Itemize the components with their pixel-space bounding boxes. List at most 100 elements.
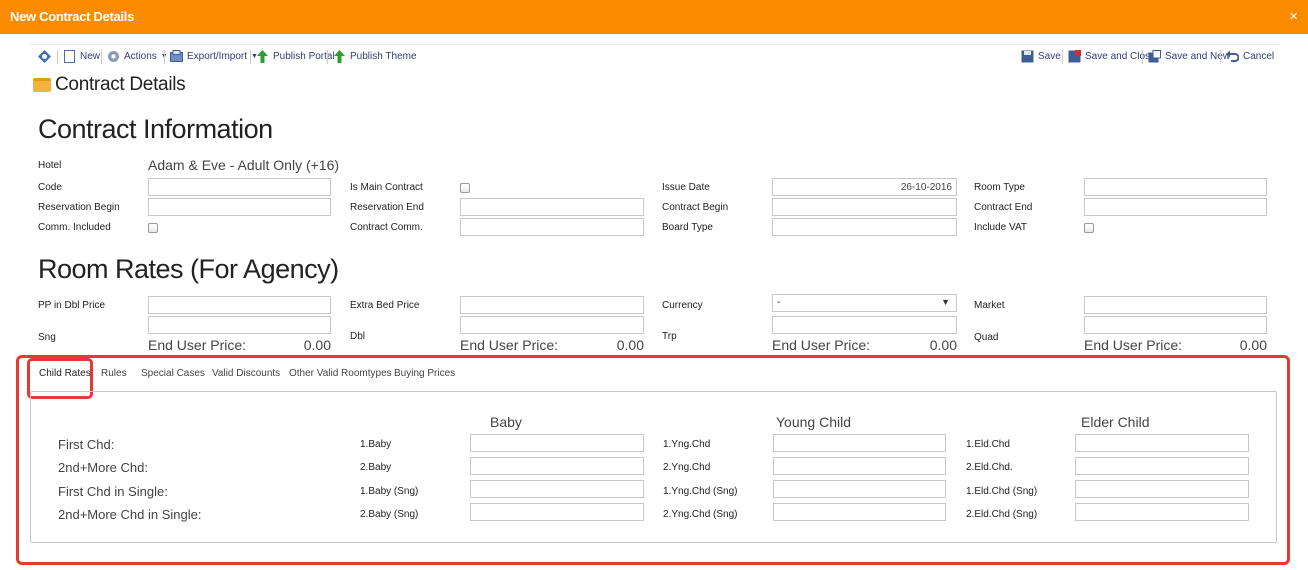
include-vat-label: Include VAT — [974, 222, 1027, 233]
trp-label: Trp — [662, 331, 677, 342]
save-close-label: Save and Close — [1085, 51, 1156, 62]
end-user-price-label: End User Price: — [1084, 337, 1183, 353]
reservation-end-input[interactable] — [460, 198, 644, 216]
trp-input[interactable] — [772, 316, 957, 334]
elder-2-input[interactable] — [1075, 457, 1249, 475]
is-main-contract-checkbox[interactable] — [460, 183, 470, 193]
code-input[interactable] — [148, 178, 331, 196]
publish-portal-button[interactable]: Publish Portal — [256, 50, 335, 63]
young-2-input[interactable] — [773, 457, 946, 475]
baby-sng-1-input[interactable] — [470, 480, 644, 498]
column-header-elder-child: Elder Child — [1081, 414, 1150, 430]
comm-included-label: Comm. Included — [38, 222, 111, 233]
extra-bed-price-input[interactable] — [460, 296, 644, 314]
dbl-input[interactable] — [460, 316, 644, 334]
board-type-label: Board Type — [662, 222, 713, 233]
close-icon[interactable]: × — [1289, 8, 1298, 25]
publish-theme-label: Publish Theme — [350, 51, 417, 62]
currency-label: Currency — [662, 300, 703, 311]
contract-info-heading: Contract Information — [38, 114, 273, 144]
elder-1-input[interactable] — [1075, 434, 1249, 452]
toolbar: New Actions ▼ Export/Import ▼ Publish Po… — [30, 44, 1280, 68]
cancel-button[interactable]: Cancel — [1226, 50, 1274, 63]
tab-rules[interactable]: Rules — [101, 368, 127, 379]
hotel-label: Hotel — [38, 160, 62, 171]
elder-sng-2-input[interactable] — [1075, 503, 1249, 521]
quad-input[interactable] — [1084, 316, 1267, 334]
contract-end-label: Contract End — [974, 202, 1033, 213]
elder-2-label: 2.Eld.Chd. — [966, 462, 1013, 473]
publish-portal-label: Publish Portal — [273, 51, 335, 62]
actions-dropdown[interactable]: Actions ▼ — [107, 50, 168, 63]
save-button[interactable]: Save — [1021, 50, 1061, 63]
end-user-price-value: 0.00 — [929, 337, 957, 353]
extra-bed-price-label: Extra Bed Price — [350, 300, 420, 311]
pp-dbl-price-input[interactable] — [148, 296, 331, 314]
reservation-begin-input[interactable] — [148, 198, 331, 216]
tab-valid-discounts[interactable]: Valid Discounts — [212, 368, 280, 379]
tab-other-valid-roomtypes[interactable]: Other Valid Roomtypes — [289, 368, 392, 379]
elder-sng-2-label: 2.Eld.Chd (Sng) — [966, 509, 1038, 520]
arrow-up-icon — [257, 50, 268, 63]
diamond-icon — [38, 50, 51, 63]
undo-icon — [1226, 50, 1239, 62]
end-user-price-trp: End User Price: 0.00 — [772, 337, 957, 353]
end-user-price-label: End User Price: — [148, 337, 247, 353]
elder-sng-1-input[interactable] — [1075, 480, 1249, 498]
young-2-label: 2.Yng.Chd — [663, 462, 711, 473]
dropdown-arrow-icon: ▼ — [941, 297, 950, 307]
contract-begin-label: Contract Begin — [662, 202, 729, 213]
include-vat-checkbox[interactable] — [1084, 223, 1094, 233]
actions-label: Actions — [124, 51, 157, 62]
baby-sng-2-label: 2.Baby (Sng) — [360, 509, 419, 520]
contract-comm-input[interactable] — [460, 218, 644, 236]
young-1-label: 1.Yng.Chd — [663, 439, 711, 450]
arrow-up-icon — [334, 50, 345, 63]
contract-end-input[interactable] — [1084, 198, 1267, 216]
tab-buying-prices[interactable]: Buying Prices — [394, 368, 455, 379]
export-import-label: Export/Import — [187, 51, 248, 62]
young-1-input[interactable] — [773, 434, 946, 452]
young-sng-1-label: 1.Yng.Chd (Sng) — [663, 486, 738, 497]
baby-sng-2-input[interactable] — [470, 503, 644, 521]
code-label: Code — [38, 182, 62, 193]
contract-begin-input[interactable] — [772, 198, 957, 216]
save-new-button[interactable]: Save and New — [1148, 50, 1230, 63]
sng-label: Sng — [38, 332, 56, 343]
dbl-label: Dbl — [350, 331, 366, 342]
market-input[interactable] — [1084, 296, 1267, 314]
new-button[interactable]: New — [63, 50, 100, 63]
young-sng-2-input[interactable] — [773, 503, 946, 521]
currency-value: - — [777, 297, 781, 308]
comm-included-checkbox[interactable] — [148, 223, 158, 233]
young-sng-2-label: 2.Yng.Chd (Sng) — [663, 509, 738, 520]
baby-1-input[interactable] — [470, 434, 644, 452]
sng-input[interactable] — [148, 316, 331, 334]
cancel-label: Cancel — [1243, 51, 1275, 62]
elder-1-label: 1.Eld.Chd — [966, 439, 1010, 450]
save-new-icon — [1148, 50, 1161, 63]
tab-special-cases[interactable]: Special Cases — [141, 368, 205, 379]
room-rates-heading: Room Rates (For Agency) — [38, 254, 339, 284]
publish-theme-button[interactable]: Publish Theme — [333, 50, 417, 63]
market-label: Market — [974, 300, 1005, 311]
young-sng-1-input[interactable] — [773, 480, 946, 498]
section-title: Contract Details — [33, 74, 186, 96]
issue-date-input[interactable] — [772, 178, 957, 196]
board-type-input[interactable] — [772, 218, 957, 236]
baby-2-label: 2.Baby — [360, 462, 392, 473]
end-user-price-sng: End User Price: 0.00 — [148, 337, 331, 353]
elder-sng-1-label: 1.Eld.Chd (Sng) — [966, 486, 1038, 497]
export-import-dropdown[interactable]: Export/Import ▼ — [170, 50, 258, 63]
issue-date-label: Issue Date — [662, 182, 710, 193]
save-close-icon — [1068, 50, 1081, 63]
new-document-icon — [64, 50, 75, 63]
menu-button[interactable] — [38, 50, 51, 63]
export-import-icon — [170, 50, 183, 62]
window-title: New Contract Details — [10, 9, 135, 24]
currency-select[interactable]: - ▼ — [772, 294, 957, 312]
baby-2-input[interactable] — [470, 457, 644, 475]
end-user-price-value: 0.00 — [616, 337, 644, 353]
room-type-input[interactable] — [1084, 178, 1267, 196]
baby-sng-1-label: 1.Baby (Sng) — [360, 486, 419, 497]
